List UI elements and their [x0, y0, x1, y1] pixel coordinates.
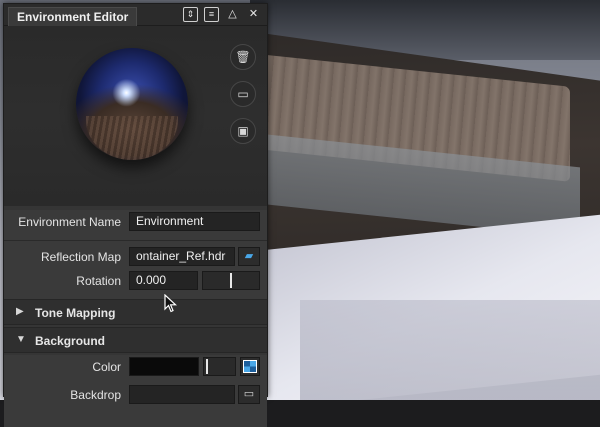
- viewport-frame-shadow: [300, 300, 600, 400]
- color-picker-icon: [243, 360, 257, 373]
- background-header[interactable]: ▼ Background: [4, 327, 267, 353]
- color-swatch[interactable]: [129, 357, 199, 376]
- environment-name-row: Environment Name Environment: [4, 210, 267, 234]
- reflection-map-row: Reflection Map ontainer_Ref.hdr ▰: [4, 245, 267, 269]
- expand-arrow-icon: ▶: [16, 306, 24, 317]
- rotation-row: Rotation 0.000: [4, 269, 267, 293]
- open-folder-button[interactable]: ▭: [230, 81, 256, 107]
- save-button[interactable]: ▣: [230, 118, 256, 144]
- environment-editor-panel: Environment Editor ⇕ ≡ △ ✕ 🗑 ▭ ▣ Environ…: [3, 3, 268, 427]
- backdrop-field[interactable]: [129, 385, 235, 404]
- reflection-map-field[interactable]: ontainer_Ref.hdr: [129, 247, 235, 266]
- tone-mapping-label: Tone Mapping: [35, 306, 116, 320]
- rotation-label: Rotation: [76, 274, 121, 288]
- panel-titlebar[interactable]: Environment Editor ⇕ ≡ △ ✕: [4, 4, 267, 26]
- reflection-map-browse-button[interactable]: ▰: [238, 247, 260, 266]
- pin-icon[interactable]: ⇕: [183, 7, 198, 22]
- save-icon: ▣: [237, 124, 249, 138]
- environment-name-label: Environment Name: [18, 215, 121, 229]
- color-label: Color: [92, 360, 121, 374]
- rotation-slider-thumb[interactable]: [230, 273, 232, 288]
- environment-name-field[interactable]: Environment: [129, 212, 260, 231]
- tone-mapping-header[interactable]: ▶ Tone Mapping: [4, 299, 267, 325]
- environment-properties: Environment Name Environment Reflection …: [4, 210, 267, 299]
- rotation-field[interactable]: 0.000: [129, 271, 198, 290]
- reflection-map-label: Reflection Map: [40, 250, 121, 264]
- backdrop-row: Backdrop ▭: [4, 383, 267, 407]
- delete-button[interactable]: 🗑: [230, 44, 256, 70]
- color-slider-thumb[interactable]: [206, 359, 208, 374]
- divider: [4, 240, 267, 241]
- delete-icon: 🗑: [235, 50, 251, 64]
- environment-preview: 🗑 ▭ ▣: [4, 26, 267, 206]
- preview-sphere-reflection: [86, 116, 178, 160]
- titlebar-icons: ⇕ ≡ △ ✕: [183, 7, 261, 22]
- background-label: Background: [35, 334, 106, 348]
- collapse-arrow-icon: ▼: [16, 334, 26, 345]
- collapse-icon[interactable]: △: [225, 7, 240, 22]
- color-brightness-slider[interactable]: [203, 357, 236, 376]
- open-folder-icon: ▰: [244, 250, 254, 262]
- background-properties: Color Backdrop ▭: [4, 355, 267, 427]
- rotation-slider[interactable]: [202, 271, 260, 290]
- panel-title[interactable]: Environment Editor: [8, 7, 138, 26]
- close-icon[interactable]: ✕: [246, 7, 261, 22]
- color-row: Color: [4, 355, 267, 379]
- open-folder-icon: ▭: [237, 87, 249, 101]
- color-picker-button[interactable]: [240, 357, 260, 376]
- menu-icon[interactable]: ≡: [204, 7, 219, 22]
- open-folder-icon: ▭: [243, 388, 255, 400]
- backdrop-browse-button[interactable]: ▭: [238, 385, 260, 404]
